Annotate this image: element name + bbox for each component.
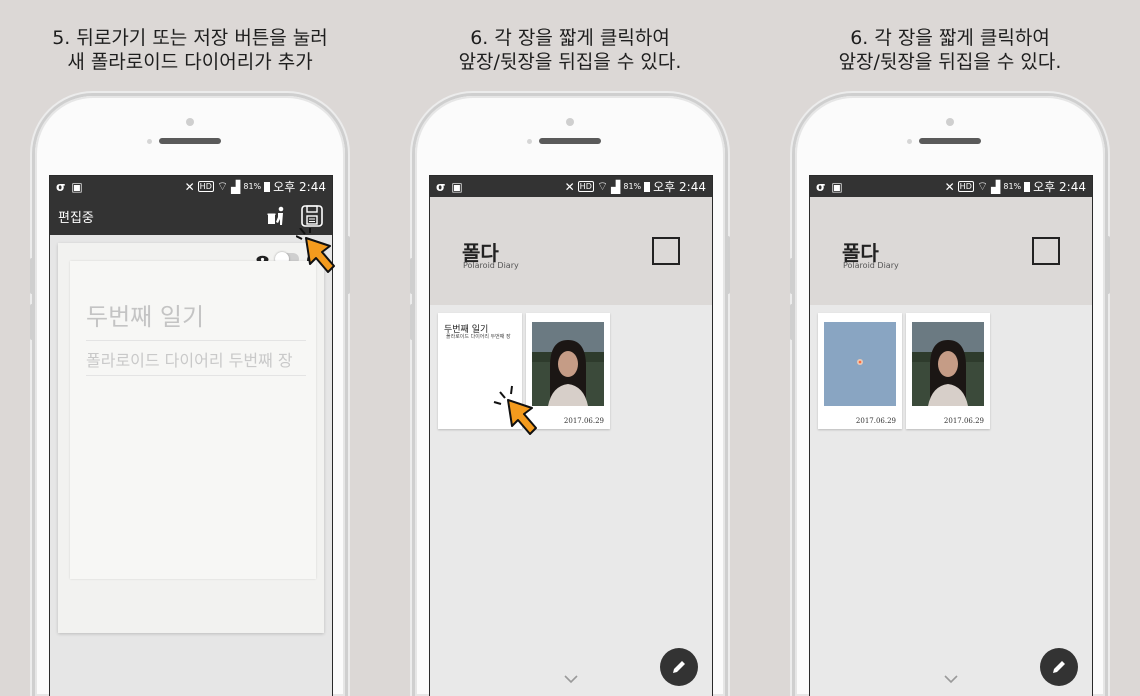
polaroid-photo-area[interactable]: 두번째 일기 폴라로이드 다이어리 두번째 장: [70, 261, 316, 579]
caption-line-2: 새 폴라로이드 다이어리가 추가: [67, 51, 313, 73]
vee-app-icon: σ: [56, 179, 66, 194]
status-time: 오후 2:44: [1033, 180, 1086, 194]
card-date: 2017.06.29: [855, 417, 896, 425]
app-subtitle: Polaroid Diary: [843, 261, 899, 270]
hd-badge: HD: [957, 181, 974, 192]
card-back-body: 폴라로이드 다이어리 두번째 장: [446, 334, 511, 340]
app-subtitle: Polaroid Diary: [463, 261, 519, 270]
phone-frame: σ ▣ ✕ HD ⌔ ▟ 81% 오후 2:44 편집중 두번째 일기 폴라로이…: [35, 96, 345, 696]
edit-toolbar: 편집중: [50, 197, 332, 235]
status-time: 오후 2:44: [653, 180, 706, 194]
app-header: 폴다 Polaroid Diary: [810, 197, 1092, 305]
hd-badge: HD: [577, 181, 594, 192]
select-checkbox[interactable]: [1032, 237, 1060, 265]
battery-icon: [644, 181, 651, 192]
pencil-icon: [673, 661, 685, 673]
image-icon: ▣: [71, 179, 83, 194]
speaker-grille: [159, 138, 221, 144]
cursor-arrow-icon: [493, 385, 537, 435]
caption-line-1: 6. 각 장을 짧게 클릭하여: [470, 27, 670, 49]
wifi-icon: ⌔: [216, 179, 229, 193]
add-diary-button[interactable]: [660, 648, 698, 686]
app-header: 폴다 Polaroid Diary: [430, 197, 712, 305]
caption-line-2: 앞장/뒷장을 뒤집을 수 있다.: [838, 51, 1062, 73]
phone-frame: σ ▣ ✕ HD ⌔ ▟ 81% 오후 2:44 폴다 Polaroid Dia…: [795, 96, 1105, 696]
signal-icon: ▟: [231, 179, 241, 194]
polaroid-editor-card: 두번째 일기 폴라로이드 다이어리 두번째 장: [58, 243, 324, 633]
mute-icon: ✕: [944, 179, 955, 194]
sensor-dot: [907, 139, 912, 144]
phone-screen: σ ▣ ✕ HD ⌔ ▟ 81% 오후 2:44 폴다 Polaroid Dia…: [809, 175, 1093, 696]
sensor-dot: [147, 139, 152, 144]
power-button: [1106, 236, 1110, 294]
volume-button: [30, 304, 34, 340]
note-body-field[interactable]: 폴라로이드 다이어리 두번째 장: [86, 351, 306, 376]
caption: 6. 각 장을 짧게 클릭하여 앞장/뒷장을 뒤집을 수 있다.: [760, 26, 1140, 74]
vee-app-icon: σ: [816, 179, 826, 194]
add-diary-button[interactable]: [1040, 648, 1078, 686]
cursor-arrow-icon: [296, 228, 335, 273]
speaker-grille: [539, 138, 601, 144]
vee-app-icon: σ: [436, 179, 446, 194]
card-date: 2017.06.29: [563, 417, 604, 425]
sensor-dot: [527, 139, 532, 144]
speaker-grille: [919, 138, 981, 144]
diary-grid: 두번째 일기 폴라로이드 다이어리 두번째 장 2017.06.29: [430, 305, 712, 696]
phone-frame: σ ▣ ✕ HD ⌔ ▟ 81% 오후 2:44 폴다 Polaroid Dia…: [415, 96, 725, 696]
power-button: [726, 236, 730, 294]
status-time: 오후 2:44: [273, 180, 326, 194]
editor-area: 두번째 일기 폴라로이드 다이어리 두번째 장: [50, 235, 332, 696]
diary-grid: 2017.06.29 2017.06.29: [810, 305, 1092, 696]
blue-photo: [824, 322, 896, 406]
polaroid-card-front[interactable]: 2017.06.29: [906, 313, 990, 429]
volume-button: [790, 258, 794, 294]
status-bar: σ ▣ ✕ HD ⌔ ▟ 81% 오후 2:44: [810, 176, 1092, 197]
battery-icon: [264, 181, 271, 192]
status-bar: σ ▣ ✕ HD ⌔ ▟ 81% 오후 2:44: [430, 176, 712, 197]
battery-percent: 81%: [623, 182, 642, 191]
portrait-photo: [532, 322, 604, 406]
hd-badge: HD: [197, 181, 214, 192]
status-bar: σ ▣ ✕ HD ⌔ ▟ 81% 오후 2:44: [50, 176, 332, 197]
delete-trash-icon[interactable]: [266, 205, 288, 227]
wifi-icon: ⌔: [976, 179, 989, 193]
signal-icon: ▟: [991, 179, 1001, 194]
phone-screen: σ ▣ ✕ HD ⌔ ▟ 81% 오후 2:44 폴다 Polaroid Dia…: [429, 175, 713, 696]
battery-icon: [1024, 181, 1031, 192]
card-date: 2017.06.29: [943, 417, 984, 425]
volume-button: [410, 304, 414, 340]
polaroid-card-front[interactable]: 2017.06.29: [818, 313, 902, 429]
volume-button: [410, 258, 414, 294]
panel-home-front: 6. 각 장을 짧게 클릭하여 앞장/뒷장을 뒤집을 수 있다. σ ▣ ✕ H…: [760, 0, 1140, 696]
caption-line-2: 앞장/뒷장을 뒤집을 수 있다.: [458, 51, 682, 73]
caption: 5. 뒤로가기 또는 저장 버튼을 눌러 새 폴라로이드 다이어리가 추가: [0, 26, 380, 74]
image-icon: ▣: [831, 179, 843, 194]
camera-dot: [186, 118, 194, 126]
battery-percent: 81%: [243, 182, 262, 191]
panel-edit: 5. 뒤로가기 또는 저장 버튼을 눌러 새 폴라로이드 다이어리가 추가 σ …: [0, 0, 380, 696]
camera-dot: [946, 118, 954, 126]
toolbar-title: 편집중: [58, 210, 94, 226]
caption-line-1: 6. 각 장을 짧게 클릭하여: [850, 27, 1050, 49]
image-icon: ▣: [451, 179, 463, 194]
portrait-photo: [912, 322, 984, 406]
camera-dot: [566, 118, 574, 126]
volume-button: [790, 304, 794, 340]
pencil-icon: [1053, 661, 1065, 673]
select-checkbox[interactable]: [652, 237, 680, 265]
note-title-field[interactable]: 두번째 일기: [86, 297, 306, 341]
phone-screen: σ ▣ ✕ HD ⌔ ▟ 81% 오후 2:44 편집중 두번째 일기 폴라로이…: [49, 175, 333, 696]
wifi-icon: ⌔: [596, 179, 609, 193]
mute-icon: ✕: [184, 179, 195, 194]
caption-line-1: 5. 뒤로가기 또는 저장 버튼을 눌러: [52, 27, 328, 49]
mute-icon: ✕: [564, 179, 575, 194]
signal-icon: ▟: [611, 179, 621, 194]
save-floppy-icon[interactable]: [300, 204, 324, 228]
volume-button: [30, 258, 34, 294]
power-button: [346, 236, 350, 294]
battery-percent: 81%: [1003, 182, 1022, 191]
caption: 6. 각 장을 짧게 클릭하여 앞장/뒷장을 뒤집을 수 있다.: [380, 26, 760, 74]
panel-home-flip: 6. 각 장을 짧게 클릭하여 앞장/뒷장을 뒤집을 수 있다. σ ▣ ✕ H…: [380, 0, 760, 696]
